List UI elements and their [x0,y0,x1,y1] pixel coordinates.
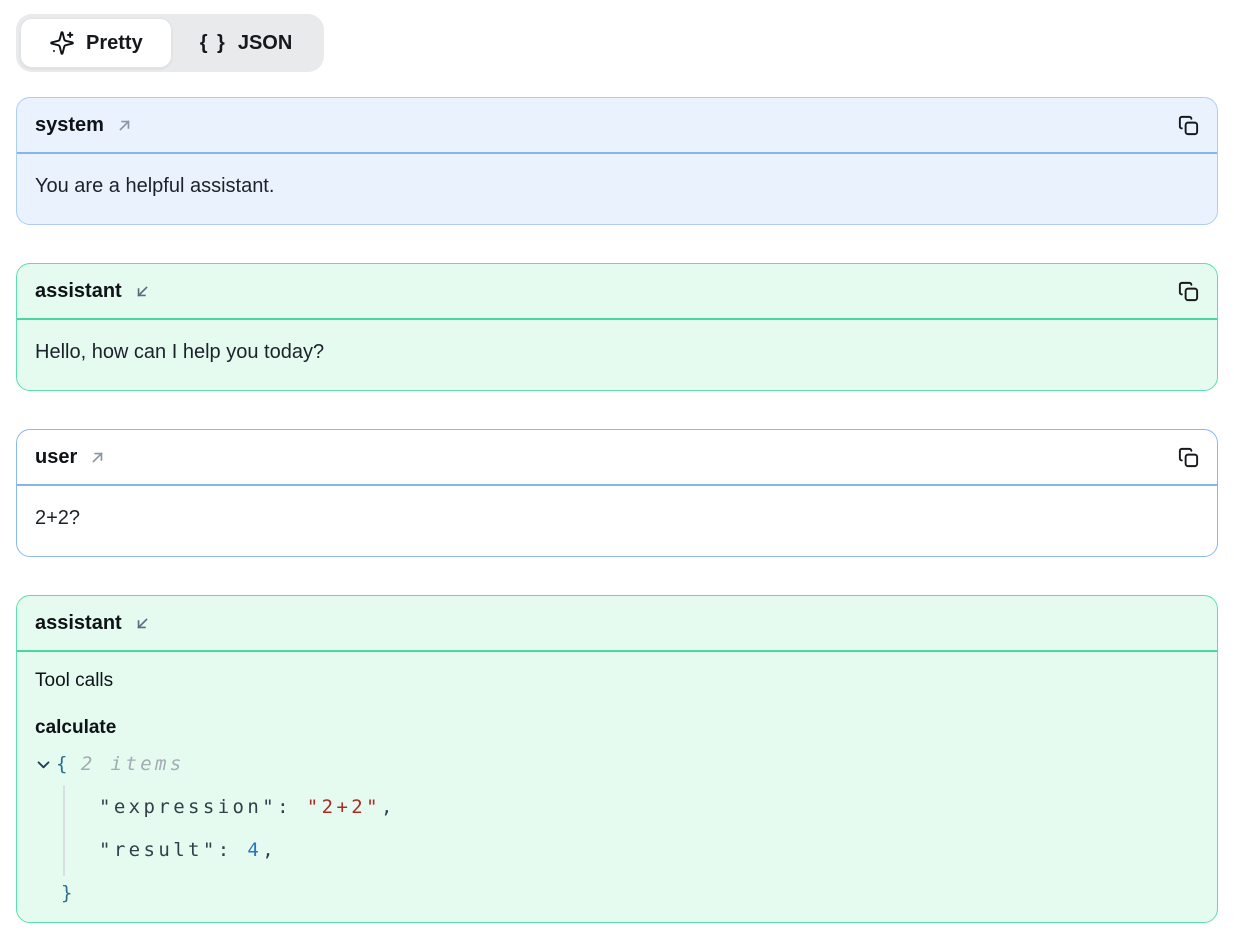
tab-pretty-label: Pretty [86,32,143,55]
json-colon: : [218,839,248,861]
copy-button[interactable] [1175,112,1202,139]
json-open-brace: { [56,753,71,775]
json-close-line: } [35,881,1199,905]
message-body: Tool calls calculate { 2 items "expressi… [17,652,1217,922]
arrow-down-left-icon [133,614,152,633]
arrow-up-right-icon [88,448,107,467]
message-body: Hello, how can I help you today? [17,320,1217,390]
role-label: assistant [35,280,122,303]
message-inspector-page: Pretty { } JSON system You are a help [0,0,1234,939]
copy-button[interactable] [1175,444,1202,471]
copy-icon [1177,446,1200,469]
message-content: You are a helpful assistant. [35,174,1199,198]
message-body: 2+2? [17,486,1217,556]
message-card-assistant: assistant Hello, how can I help you toda… [16,263,1218,391]
tool-name: calculate [35,717,1199,739]
braces-icon: { } [200,32,227,55]
role-label: user [35,446,77,469]
message-header: system [17,98,1217,154]
message-header: assistant [17,596,1217,652]
message-content: Hello, how can I help you today? [35,340,1199,364]
message-card-assistant-tool-calls: assistant Tool calls calculate { 2 items [16,595,1218,923]
message-content: 2+2? [35,506,1199,530]
message-body: You are a helpful assistant. [17,154,1217,224]
sparkles-icon [49,30,75,56]
view-mode-toggle: Pretty { } JSON [16,14,324,72]
message-card-system: system You are a helpful assistant. [16,97,1218,225]
role-label: assistant [35,612,122,635]
json-items-count: 2 items [81,753,185,775]
json-close-brace: } [61,882,76,904]
copy-icon [1177,114,1200,137]
tab-json[interactable]: { } JSON [172,18,321,68]
tool-calls-heading: Tool calls [35,670,1199,692]
json-root-line: { 2 items [35,752,1199,776]
indent-guide [63,785,65,876]
chevron-down-icon[interactable] [35,756,52,773]
json-entry-expression: "expression": "2+2", [35,795,1199,819]
arrow-down-left-icon [133,282,152,301]
role-label: system [35,114,104,137]
json-string-value: "2+2" [307,796,381,818]
arrow-up-right-icon [115,116,134,135]
json-comma: , [262,839,277,861]
message-header: user [17,430,1217,486]
json-comma: , [381,796,396,818]
json-entry-result: "result": 4, [35,838,1199,862]
copy-button[interactable] [1175,278,1202,305]
json-number-value: 4 [247,839,262,861]
tab-pretty[interactable]: Pretty [20,18,172,68]
json-key: "result" [99,839,218,861]
json-colon: : [277,796,307,818]
copy-icon [1177,280,1200,303]
message-header: assistant [17,264,1217,320]
tool-args-json-viewer: { 2 items "expression": "2+2", "result":… [35,752,1199,905]
json-key: "expression" [99,796,277,818]
tab-json-label: JSON [238,32,292,55]
message-card-user: user 2+2? [16,429,1218,557]
